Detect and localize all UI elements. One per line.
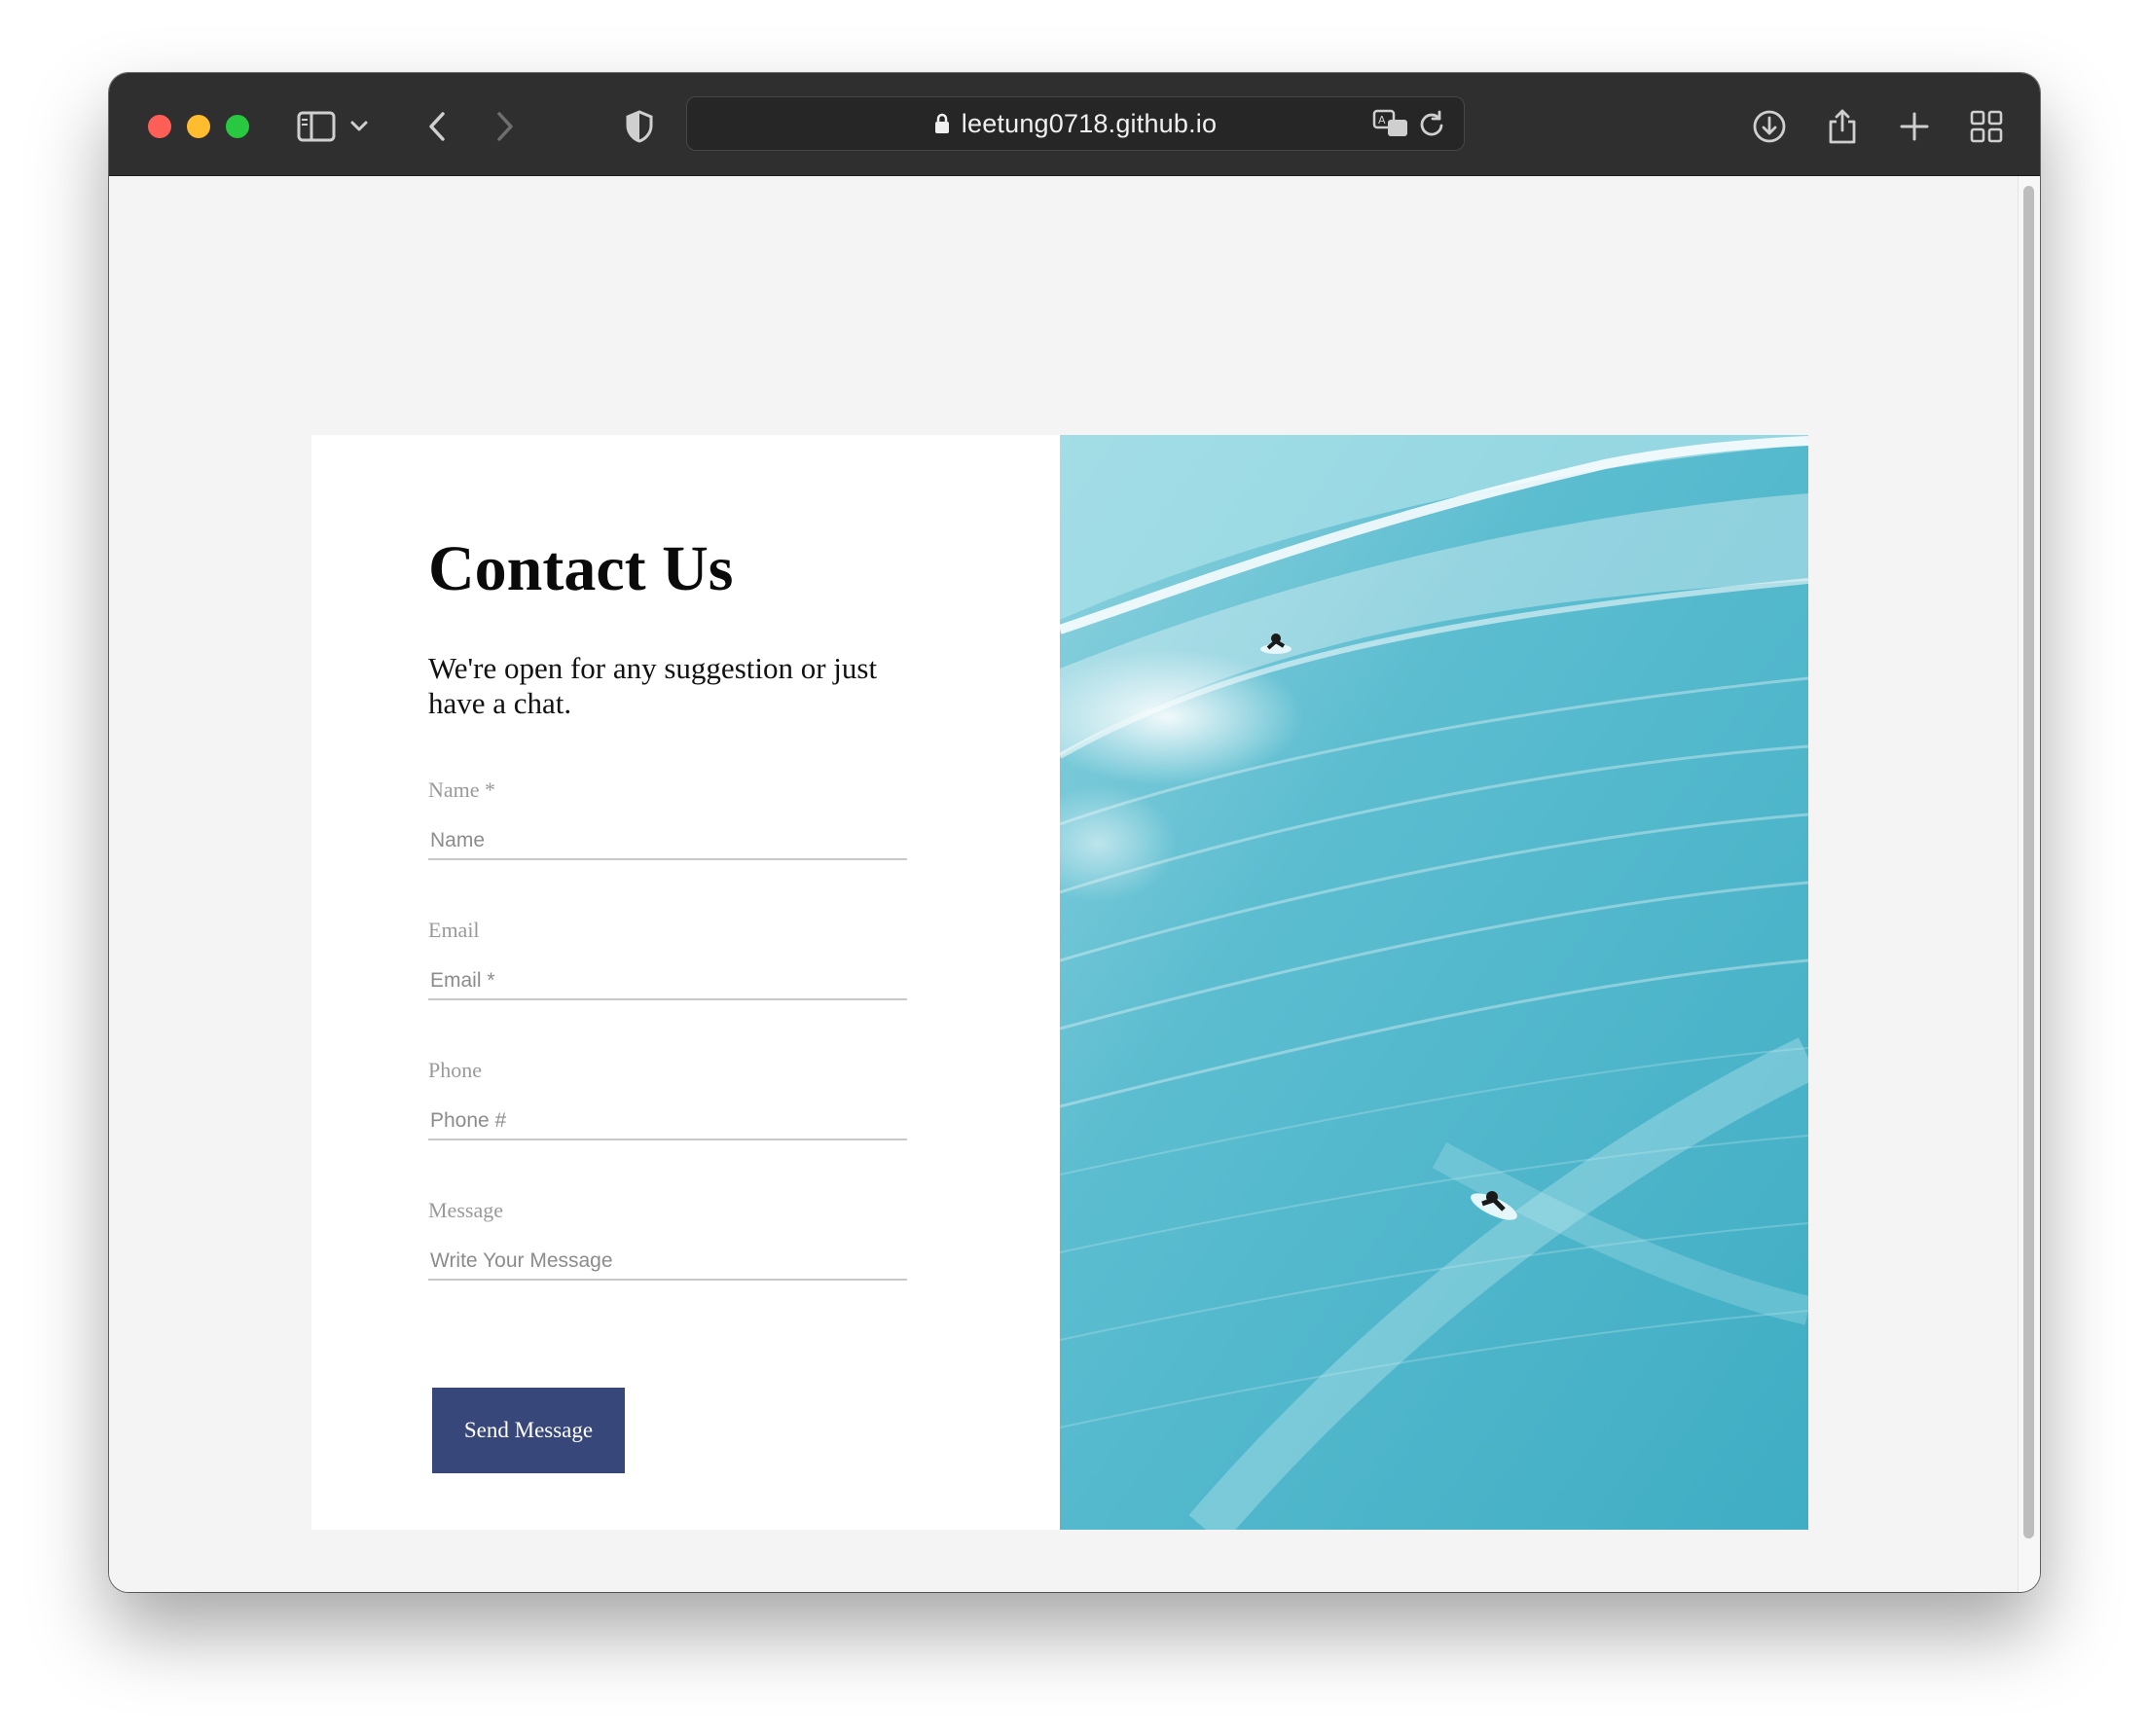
- email-input[interactable]: [428, 967, 907, 1000]
- email-label: Email: [428, 918, 480, 942]
- message-input[interactable]: [428, 1248, 907, 1281]
- phone-field-group: Phone: [428, 1058, 907, 1140]
- message-label: Message: [428, 1198, 503, 1222]
- ocean-photo: [1060, 435, 1808, 1530]
- scrollbar-thumb[interactable]: [2023, 186, 2034, 1538]
- name-input[interactable]: [428, 827, 907, 860]
- minimize-window-button[interactable]: [187, 115, 210, 138]
- translate-icon[interactable]: A: [1368, 101, 1413, 146]
- contact-card: Contact Us We're open for any suggestion…: [311, 435, 1808, 1530]
- reload-icon[interactable]: [1409, 101, 1454, 146]
- share-icon[interactable]: [1820, 104, 1865, 149]
- phone-label: Phone: [428, 1058, 482, 1082]
- url-label: leetung0718.github.io: [961, 109, 1218, 138]
- page-viewport: Contact Us We're open for any suggestion…: [109, 176, 2019, 1592]
- plus-icon[interactable]: [1892, 104, 1937, 149]
- vertical-scrollbar[interactable]: [2018, 176, 2040, 1592]
- grid-icon[interactable]: [1964, 104, 2009, 149]
- contact-form-panel: Contact Us We're open for any suggestion…: [311, 435, 1060, 1530]
- send-message-button[interactable]: Send Message: [432, 1388, 625, 1473]
- zoom-window-button[interactable]: [226, 115, 249, 138]
- browser-window: leetung0718.github.io A Contact Us We're…: [109, 73, 2040, 1592]
- phone-input[interactable]: [428, 1107, 907, 1140]
- message-field-group: Message: [428, 1198, 907, 1281]
- ocean-illustration: [1060, 435, 1808, 1530]
- forward-arrow-icon[interactable]: [483, 104, 528, 149]
- email-field-group: Email: [428, 918, 907, 1000]
- chevron-down-icon[interactable]: [346, 104, 372, 149]
- download-icon[interactable]: [1747, 104, 1792, 149]
- browser-toolbar: leetung0718.github.io A: [109, 73, 2040, 176]
- page-title: Contact Us: [428, 533, 734, 604]
- lock-icon: [934, 99, 950, 152]
- back-arrow-icon[interactable]: [415, 104, 459, 149]
- close-window-button[interactable]: [148, 115, 171, 138]
- svg-text:A: A: [1378, 114, 1386, 127]
- name-field-group: Name *: [428, 778, 907, 860]
- page-subtitle: We're open for any suggestion or just ha…: [428, 651, 878, 720]
- sidebar-icon[interactable]: [294, 104, 339, 149]
- shield-icon[interactable]: [617, 104, 662, 149]
- url-text: leetung0718.github.io: [687, 97, 1464, 150]
- address-bar[interactable]: leetung0718.github.io A: [686, 96, 1465, 151]
- name-label: Name *: [428, 778, 496, 802]
